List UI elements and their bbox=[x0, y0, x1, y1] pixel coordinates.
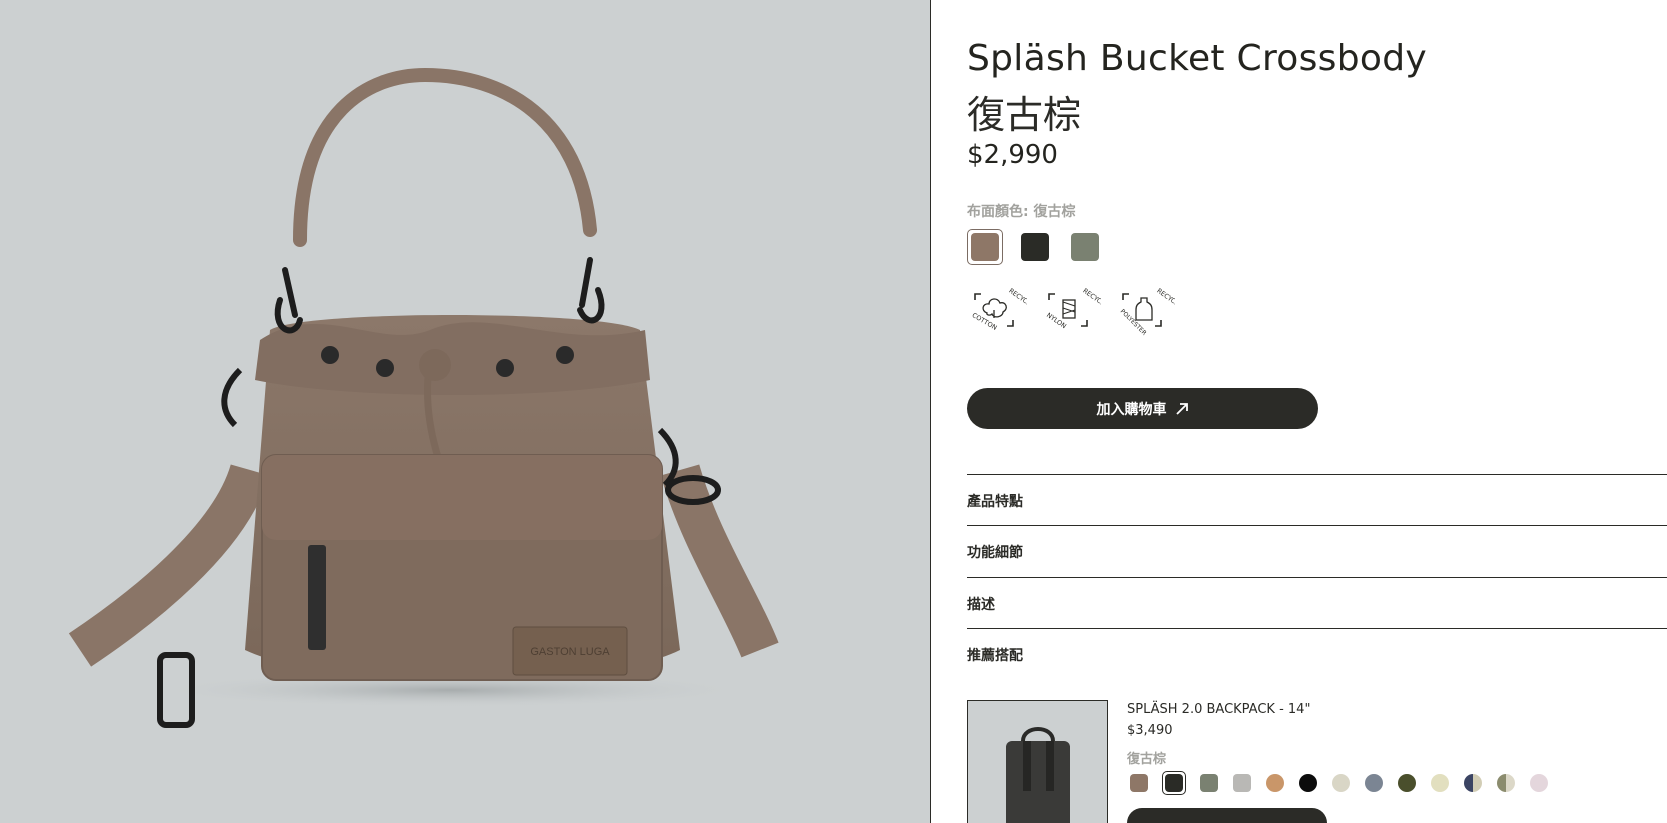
rec-swatch-9[interactable] bbox=[1397, 773, 1417, 793]
badge-cotton-top: RECYCLED bbox=[1007, 287, 1027, 313]
color-swatches bbox=[967, 229, 1103, 265]
rec-swatch-10[interactable] bbox=[1430, 773, 1450, 793]
product-info: Spläsh Bucket Crossbody 復古棕 $2,990 布面顏色:… bbox=[967, 0, 1667, 823]
recommended-product-image[interactable] bbox=[967, 700, 1108, 823]
rec-swatch-6[interactable] bbox=[1298, 773, 1318, 793]
bucket-bag-illustration: GASTON LUGA bbox=[68, 67, 779, 728]
rec-swatch-12[interactable] bbox=[1496, 773, 1516, 793]
color-label: 布面顏色: 復古棕 bbox=[967, 204, 1076, 220]
rec-swatch-8[interactable] bbox=[1364, 773, 1384, 793]
swatch-green[interactable] bbox=[1067, 229, 1103, 265]
recommended-add-button[interactable] bbox=[1127, 808, 1327, 823]
accordion-function-details[interactable]: 功能細節 bbox=[967, 525, 1667, 577]
add-to-cart-button[interactable]: 加入購物車 bbox=[967, 388, 1318, 429]
rec-swatch-7[interactable] bbox=[1331, 773, 1351, 793]
recycled-nylon-icon: RECYCLED NYLON bbox=[1045, 287, 1101, 331]
rec-swatch-13[interactable] bbox=[1529, 773, 1549, 793]
product-price: $2,990 bbox=[967, 140, 1058, 170]
accordion-recommended-label: 推薦搭配 bbox=[967, 647, 1023, 664]
product-title: Spläsh Bucket Crossbody bbox=[967, 38, 1427, 79]
recycled-cotton-icon: RECYCLED COTTON bbox=[971, 287, 1027, 332]
recommended-product-color: 復古棕 bbox=[1127, 752, 1167, 767]
recommended-product-name[interactable]: SPLÄSH 2.0 BACKPACK - 14" bbox=[1127, 702, 1310, 717]
brand-patch-text: GASTON LUGA bbox=[530, 646, 610, 658]
recycled-polyester-icon: RECYCLED POLYESTER bbox=[1119, 287, 1175, 337]
rec-swatch-11[interactable] bbox=[1463, 773, 1483, 793]
accordion-features-label: 產品特點 bbox=[967, 493, 1023, 510]
arrow-up-right-icon bbox=[1175, 402, 1188, 415]
rec-swatch-1[interactable] bbox=[1129, 773, 1149, 793]
rec-swatch-4[interactable] bbox=[1232, 773, 1252, 793]
recommended-swatches bbox=[1129, 771, 1549, 795]
rec-swatch-2[interactable] bbox=[1162, 771, 1186, 795]
accordion-recommended[interactable]: 推薦搭配 bbox=[967, 628, 1667, 680]
add-to-cart-label: 加入購物車 bbox=[1096, 401, 1167, 418]
recommended-product-price: $3,490 bbox=[1127, 723, 1173, 738]
accordion-description[interactable]: 描述 bbox=[967, 577, 1667, 629]
badge-polyester-bottom: POLYESTER bbox=[1119, 308, 1148, 337]
backpack-illustration bbox=[1006, 727, 1070, 823]
product-image[interactable]: GASTON LUGA bbox=[0, 0, 930, 823]
accordion-function-details-label: 功能細節 bbox=[967, 544, 1023, 561]
swatch-black[interactable] bbox=[1017, 229, 1053, 265]
badge-nylon-top: RECYCLED bbox=[1081, 287, 1101, 313]
panel-divider bbox=[930, 0, 931, 823]
swatch-brown[interactable] bbox=[967, 229, 1003, 265]
accordion-features[interactable]: 產品特點 bbox=[967, 474, 1667, 526]
accordion-description-label: 描述 bbox=[967, 596, 995, 613]
product-color-name: 復古棕 bbox=[967, 93, 1082, 137]
rec-swatch-3[interactable] bbox=[1199, 773, 1219, 793]
rec-swatch-5[interactable] bbox=[1265, 773, 1285, 793]
sustainability-badges: RECYCLED COTTON RECYCLED NYLON RECYCLED … bbox=[967, 278, 1175, 342]
badge-polyester-top: RECYCLED bbox=[1155, 287, 1175, 313]
